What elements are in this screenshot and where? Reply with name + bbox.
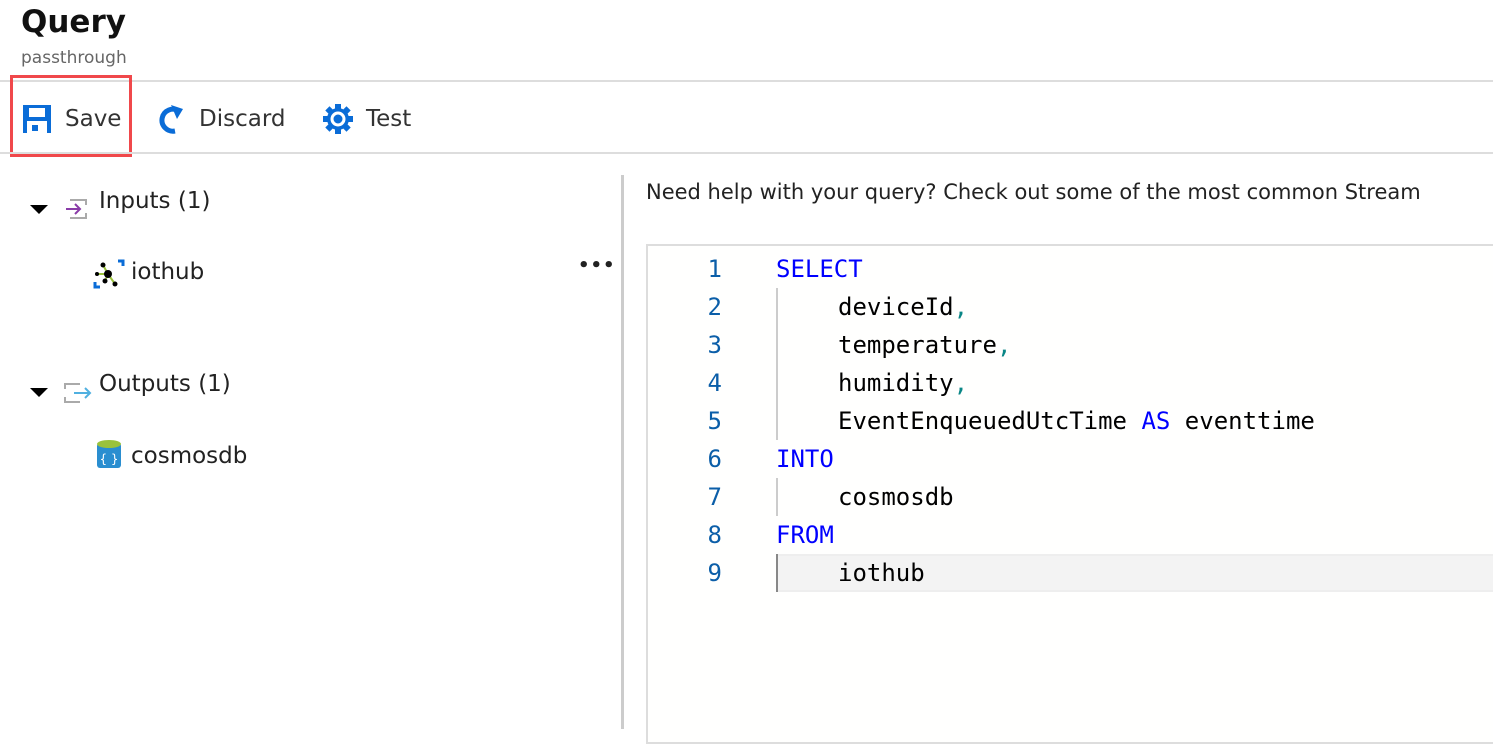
page-title: Query — [21, 4, 126, 40]
code-line[interactable]: 9 iothub — [648, 554, 1493, 592]
more-options-button[interactable]: ••• — [578, 255, 616, 276]
comma: , — [953, 293, 969, 321]
page-subtitle: passthrough — [21, 48, 127, 68]
line-number: 5 — [707, 407, 722, 435]
line-number: 9 — [707, 559, 722, 587]
identifier: deviceId — [838, 293, 954, 321]
line-number: 2 — [707, 293, 722, 321]
line-number: 4 — [707, 369, 722, 397]
query-help-text[interactable]: Need help with your query? Check out som… — [646, 180, 1421, 204]
code-line[interactable]: 4 humidity, — [648, 364, 1493, 402]
identifier: temperature — [838, 331, 997, 359]
code-line[interactable]: 5 EventEnqueuedUtcTime AS eventtime — [648, 402, 1493, 440]
code-line[interactable]: 3 temperature, — [648, 326, 1493, 364]
sql-keyword: FROM — [776, 521, 834, 549]
code-line[interactable]: 8 FROM — [648, 516, 1493, 554]
inputs-group-label[interactable]: Inputs (1) — [99, 188, 210, 214]
gear-icon — [323, 104, 353, 134]
line-number: 8 — [707, 521, 722, 549]
discard-label: Discard — [199, 106, 286, 132]
save-highlight-box — [10, 75, 132, 157]
input-icon — [66, 199, 87, 219]
identifier: EventEnqueuedUtcTime — [838, 407, 1142, 435]
output-icon — [64, 383, 92, 403]
divider — [0, 152, 1493, 154]
input-item-iothub[interactable]: iothub — [131, 259, 204, 285]
line-number: 6 — [707, 445, 722, 473]
iothub-icon — [93, 259, 125, 289]
comma: , — [996, 331, 1012, 359]
comma: , — [953, 369, 969, 397]
undo-icon — [159, 105, 183, 134]
pane-splitter[interactable] — [621, 175, 624, 729]
identifier: cosmosdb — [838, 483, 954, 511]
sql-keyword: SELECT — [776, 255, 863, 283]
query-editor[interactable]: 1 SELECT 2 deviceId, 3 temperature, 4 humidity,… — [646, 244, 1493, 744]
test-label: Test — [366, 106, 412, 132]
discard-button[interactable]: Discard — [157, 96, 285, 142]
divider — [0, 80, 1493, 82]
code-line[interactable]: 6 INTO — [648, 440, 1493, 478]
line-number: 1 — [707, 255, 722, 283]
line-number: 3 — [707, 331, 722, 359]
line-number: 7 — [707, 483, 722, 511]
cosmosdb-icon: { } — [97, 440, 121, 468]
inputs-outputs-tree: Inputs (1) iothub ••• Outputs (1) { } co… — [0, 175, 622, 729]
output-item-cosmosdb[interactable]: cosmosdb — [131, 443, 247, 469]
collapse-caret-icon[interactable] — [30, 205, 48, 214]
collapse-caret-icon[interactable] — [30, 388, 48, 397]
code-line[interactable]: 1 SELECT — [648, 250, 1493, 288]
code-line[interactable]: 7 cosmosdb — [648, 478, 1493, 516]
alias: eventtime — [1170, 407, 1315, 435]
outputs-group-label[interactable]: Outputs (1) — [99, 371, 231, 397]
sql-keyword: INTO — [776, 445, 834, 473]
identifier: iothub — [838, 559, 925, 587]
test-button[interactable]: Test — [322, 96, 411, 142]
sql-keyword: AS — [1141, 407, 1171, 435]
identifier: humidity — [838, 369, 954, 397]
code-line[interactable]: 2 deviceId, — [648, 288, 1493, 326]
svg-text:{ }: { } — [99, 452, 118, 466]
